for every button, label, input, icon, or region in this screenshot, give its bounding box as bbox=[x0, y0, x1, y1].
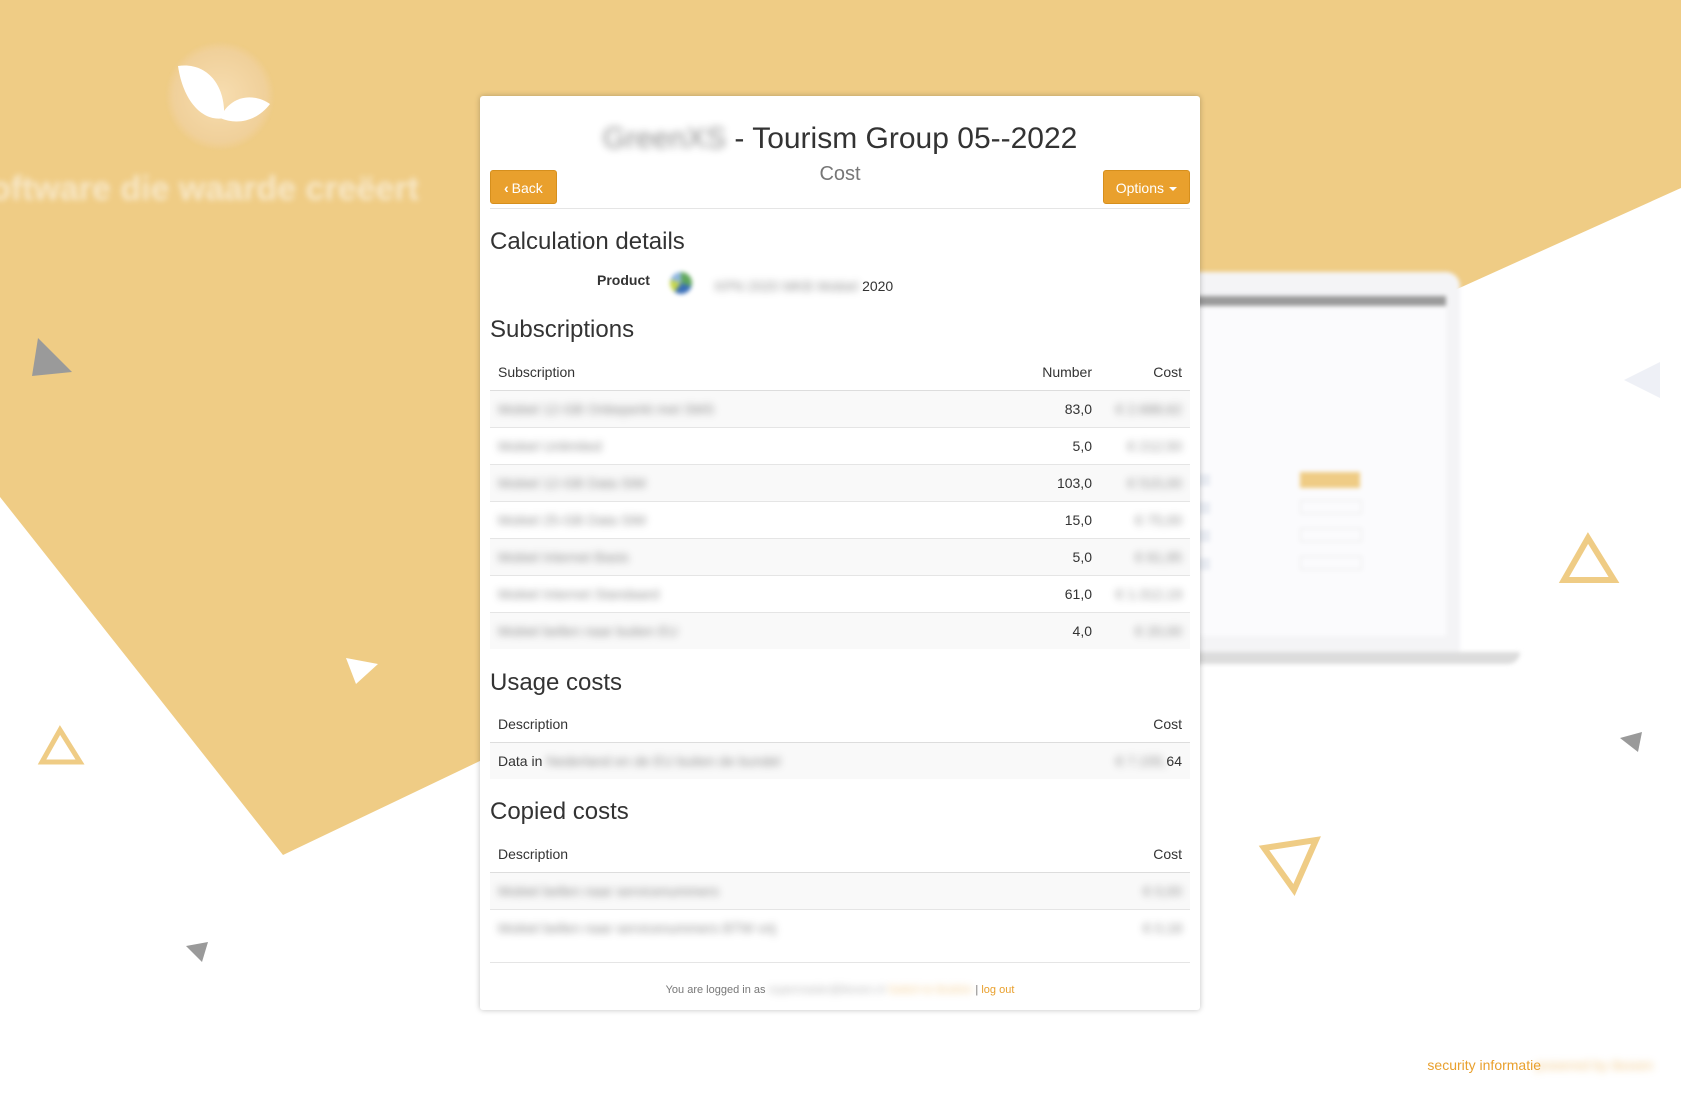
subscription-name: Mobiel bellen naar buiten EU bbox=[498, 623, 678, 639]
column-header-number: Number bbox=[994, 353, 1100, 391]
table-row: Mobiel 12-GB Data SIM 103,0 € 515,00 bbox=[490, 464, 1190, 502]
subscription-name: Mobiel 12-GB Onbeperkt met SMS bbox=[498, 401, 715, 417]
subscription-name: Mobiel Unlimited bbox=[498, 438, 602, 454]
product-label: Product bbox=[597, 272, 650, 288]
triangle-decoration-icon bbox=[1624, 362, 1660, 398]
usage-table: Description Cost Data in Nederland en de… bbox=[490, 705, 1190, 779]
table-row: Mobiel Internet Standaard 61,0 € 1.312,1… bbox=[490, 575, 1190, 613]
switch-user-link[interactable]: Switch to Ibrahim bbox=[888, 984, 972, 996]
usage-cost: € 7.155,64 bbox=[1084, 742, 1190, 779]
usage-heading: Usage costs bbox=[490, 669, 623, 696]
copied-description: Mobiel bellen naar servicenummers bbox=[498, 883, 719, 899]
subscription-cost: € 2.688,62 bbox=[1115, 401, 1182, 417]
triangle-decoration-icon bbox=[186, 942, 208, 962]
subscription-number: 15,0 bbox=[994, 501, 1100, 539]
options-button[interactable]: Options bbox=[1102, 170, 1190, 204]
triangle-outline-icon bbox=[1558, 532, 1620, 583]
page-title: GreenXS - Tourism Group 05--2022 bbox=[480, 122, 1200, 156]
logged-in-text: You are logged in as bbox=[665, 984, 766, 996]
subscription-number: 5,0 bbox=[994, 427, 1100, 465]
subscription-number: 103,0 bbox=[994, 464, 1100, 502]
column-header-cost: Cost bbox=[1084, 705, 1190, 743]
column-header-subscription: Subscription bbox=[490, 353, 994, 391]
column-header-cost: Cost bbox=[1100, 353, 1190, 391]
table-row: Mobiel bellen naar servicenummers BTW vr… bbox=[490, 909, 1190, 946]
security-info-link[interactable]: security informatie bbox=[1427, 1057, 1541, 1073]
copied-heading: Copied costs bbox=[490, 798, 629, 825]
triangle-decoration-icon bbox=[346, 658, 378, 684]
subscription-name: Mobiel 25-GB Data SIM bbox=[498, 512, 646, 528]
copied-table: Description Cost Mobiel bellen naar serv… bbox=[490, 835, 1190, 946]
product-logo-icon bbox=[670, 272, 692, 294]
table-row: Mobiel 25-GB Data SIM 15,0 € 75,00 bbox=[490, 501, 1190, 539]
footer-separator: | bbox=[975, 984, 979, 996]
subscriptions-table: Subscription Number Cost Mobiel 12-GB On… bbox=[490, 353, 1190, 649]
leaf-icon bbox=[178, 65, 270, 122]
usage-description: Data in Nederland en de EU buiten de bun… bbox=[490, 742, 1084, 779]
subscription-cost: € 1.312,19 bbox=[1115, 586, 1182, 602]
copied-cost: € 0,18 bbox=[1084, 909, 1190, 946]
subscription-cost: € 515,00 bbox=[1127, 475, 1183, 491]
group-name: - Tourism Group 05--2022 bbox=[734, 122, 1078, 155]
powered-by-link[interactable]: powered by iboxen bbox=[1535, 1057, 1653, 1073]
subscription-name: Mobiel 12-GB Data SIM bbox=[498, 475, 646, 491]
subscription-cost: € 212,50 bbox=[1127, 438, 1183, 454]
subscription-number: 5,0 bbox=[994, 538, 1100, 576]
subscription-name: Mobiel Internet Standaard bbox=[498, 586, 660, 602]
login-footer: You are logged in as supermaster@iboxen.… bbox=[480, 984, 1200, 996]
divider bbox=[490, 962, 1190, 963]
table-row: Mobiel 12-GB Onbeperkt met SMS 83,0 € 2.… bbox=[490, 390, 1190, 428]
product-name: KPN 2020 MKB Mobiel 2020 bbox=[715, 278, 894, 294]
subscriptions-heading: Subscriptions bbox=[490, 316, 635, 343]
triangle-decoration-icon bbox=[1620, 732, 1642, 752]
product-row: Product KPN 2020 MKB Mobiel 2020 bbox=[490, 262, 1190, 296]
table-row: Mobiel bellen naar buiten EU 4,0 € 20,00 bbox=[490, 612, 1190, 649]
table-row: Data in Nederland en de EU buiten de bun… bbox=[490, 742, 1190, 779]
background-tagline: oftware die waarde creëert bbox=[0, 170, 419, 208]
page-subtitle: Cost bbox=[819, 163, 861, 185]
triangle-outline-icon bbox=[37, 725, 85, 765]
column-header-cost: Cost bbox=[1084, 835, 1190, 873]
logout-link[interactable]: log out bbox=[981, 984, 1014, 996]
copied-description: Mobiel bellen naar servicenummers BTW vr… bbox=[498, 920, 776, 936]
triangle-outline-icon bbox=[1258, 836, 1321, 897]
copied-cost: € 0,00 bbox=[1084, 872, 1190, 910]
options-button-label: Options bbox=[1115, 180, 1164, 196]
column-header-description: Description bbox=[490, 835, 1084, 873]
back-button[interactable]: ‹ Back bbox=[490, 170, 557, 204]
back-button-label: Back bbox=[511, 180, 543, 196]
triangle-decoration-icon bbox=[32, 338, 72, 376]
table-row: Mobiel bellen naar servicenummers € 0,00 bbox=[490, 872, 1190, 910]
chevron-left-icon: ‹ bbox=[504, 180, 509, 196]
subscription-cost: € 75,00 bbox=[1135, 512, 1182, 528]
table-row: Mobiel Internet Basis 5,0 € 61,95 bbox=[490, 538, 1190, 576]
subscription-cost: € 20,00 bbox=[1135, 623, 1182, 639]
brand-name: GreenXS bbox=[602, 122, 727, 155]
subscription-number: 61,0 bbox=[994, 575, 1100, 613]
table-row: Mobiel Unlimited 5,0 € 212,50 bbox=[490, 427, 1190, 465]
caret-down-icon bbox=[1169, 187, 1177, 192]
user-email: supermaster@iboxen.nl bbox=[768, 984, 885, 996]
subscription-number: 4,0 bbox=[994, 612, 1100, 649]
cost-card: GreenXS - Tourism Group 05--2022 Cost ‹ B… bbox=[480, 96, 1200, 1010]
subscription-number: 83,0 bbox=[994, 390, 1100, 428]
column-header-description: Description bbox=[490, 705, 1084, 743]
calculation-heading: Calculation details bbox=[490, 228, 685, 255]
divider bbox=[490, 208, 1190, 209]
subscription-cost: € 61,95 bbox=[1135, 549, 1182, 565]
subscription-name: Mobiel Internet Basis bbox=[498, 549, 629, 565]
